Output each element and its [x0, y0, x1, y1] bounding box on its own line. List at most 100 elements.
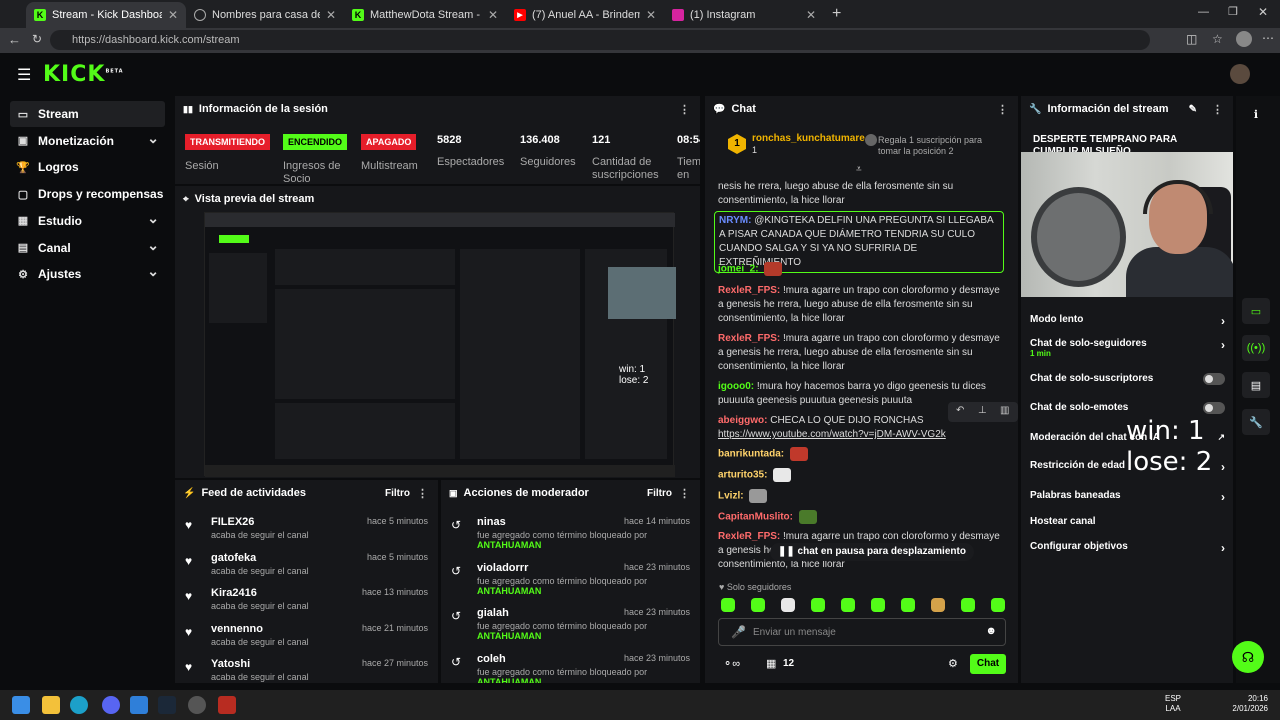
store-icon[interactable] [130, 696, 148, 714]
activity-user[interactable]: Yatoshi [211, 658, 250, 670]
chat-username[interactable]: abeiggwo: [718, 415, 767, 426]
dota-icon[interactable] [218, 696, 236, 714]
chevron-right-icon[interactable]: › [1221, 541, 1225, 555]
filter-button[interactable]: Filtro [385, 488, 410, 499]
emote-icon[interactable] [931, 598, 945, 612]
emote-icon[interactable] [961, 598, 975, 612]
tab-matthewdota[interactable]: K MatthewDota Stream - Watch Live ✕ [344, 2, 506, 28]
toggle-switch[interactable] [1203, 402, 1225, 414]
chat-username[interactable]: RexleR_FPS: [718, 531, 780, 542]
pin-icon[interactable]: ⊥ [978, 405, 987, 416]
delete-icon[interactable]: ▥ [1000, 405, 1009, 416]
setting-row[interactable]: Chat de solo-suscriptores [1030, 373, 1225, 389]
tools-icon[interactable]: 🔧 [1242, 409, 1270, 435]
emoji-icon[interactable]: ☻ [985, 625, 997, 637]
chat-message[interactable]: arturito35: [718, 468, 1008, 483]
emote-icon[interactable] [901, 598, 915, 612]
pinned-user[interactable]: ronchas_kunchatumare [752, 133, 865, 144]
edge-icon[interactable] [70, 696, 88, 714]
chat-username[interactable]: igooo0: [718, 381, 754, 392]
close-icon[interactable]: ✕ [806, 8, 816, 22]
setting-row[interactable]: Modo lento › [1030, 314, 1225, 330]
app-icon[interactable] [188, 696, 206, 714]
collapse-icon[interactable]: ⩡ [856, 164, 862, 175]
chat-message[interactable]: banrikuntada: [718, 447, 1008, 462]
sidebar-item[interactable]: 🏆 Logros [10, 154, 165, 180]
undo-icon[interactable]: ↺ [451, 518, 461, 532]
favorites-icon[interactable]: ☆ [1212, 32, 1223, 46]
undo-icon[interactable]: ↺ [451, 609, 461, 623]
profile-icon[interactable] [1236, 31, 1252, 47]
mic-icon[interactable]: 🎤 [731, 625, 746, 639]
chat-message[interactable]: RexleR_FPS: !mura agarre un trapo con cl… [718, 284, 1008, 326]
emote-icon[interactable] [991, 598, 1005, 612]
maximize-icon[interactable]: ❐ [1228, 5, 1238, 18]
mod-by[interactable]: ANTAHUAMAN [477, 677, 541, 684]
edit-icon[interactable]: ✎ [1189, 104, 1197, 115]
setting-row[interactable]: Chat de solo-seguidores 1 min › [1030, 338, 1225, 358]
close-icon[interactable]: ✕ [326, 8, 336, 22]
mod-by[interactable]: ANTAHUAMAN [477, 631, 541, 641]
stream-preview[interactable]: win: 1 lose: 2 [204, 212, 676, 477]
infinite-icon[interactable]: ⚬∞ [723, 657, 740, 670]
broadcast-icon[interactable]: ((•)) [1242, 335, 1270, 361]
close-icon[interactable]: ✕ [646, 8, 656, 22]
minimize-icon[interactable]: — [1198, 6, 1209, 18]
setting-row[interactable]: Configurar objetivos › [1030, 541, 1225, 557]
more-icon[interactable]: ⋮ [679, 487, 690, 500]
chat-toggle-icon[interactable]: ▭ [1242, 298, 1270, 324]
info-icon[interactable]: ℹ [1242, 101, 1270, 127]
reply-icon[interactable]: ↶ [956, 405, 964, 416]
chat-username[interactable]: Lvizl: [718, 491, 744, 502]
discord-icon[interactable] [102, 696, 120, 714]
sidebar-item[interactable]: ▤ Canal ⌄ [10, 235, 165, 261]
clock[interactable]: 20:16 2/01/2026 [1230, 694, 1268, 714]
chat-input[interactable]: 🎤 Enviar un mensaje ☻ [718, 618, 1006, 646]
steam-icon[interactable] [158, 696, 176, 714]
mod-by[interactable]: ANTAHUAMAN [477, 586, 541, 596]
tab-instagram[interactable]: (1) Instagram ✕ [664, 2, 824, 28]
chat-username[interactable]: CapitanMuslito: [718, 512, 793, 523]
chat-username[interactable]: RexleR_FPS: [718, 285, 780, 296]
reload-icon[interactable]: ↻ [32, 32, 42, 46]
send-chat-button[interactable]: Chat [970, 654, 1006, 674]
chevron-down-icon[interactable]: ⌄ [147, 263, 159, 280]
emote-icon[interactable] [811, 598, 825, 612]
filter-button[interactable]: Filtro [647, 488, 672, 499]
activity-user[interactable]: vennenno [211, 623, 263, 635]
emote-icon[interactable] [841, 598, 855, 612]
chevron-down-icon[interactable]: ⌄ [147, 130, 159, 147]
sidebar-item[interactable]: ▢ Drops y recompensas [10, 181, 165, 207]
more-icon[interactable]: ⋯ [1262, 31, 1274, 45]
mod-by[interactable]: ANTAHUAMAN [477, 540, 541, 550]
windows-start-icon[interactable] [12, 696, 30, 714]
avatar[interactable] [1230, 64, 1250, 84]
chevron-down-icon[interactable]: ⌄ [147, 237, 159, 254]
new-tab-icon[interactable]: + [832, 5, 841, 23]
undo-icon[interactable]: ↺ [451, 564, 461, 578]
chat-username[interactable]: arturito35: [718, 470, 767, 481]
chat-paused-banner[interactable]: ❚❚ chat en pausa para desplazamiento [770, 543, 974, 561]
chat-message[interactable]: jomei_2: [718, 262, 1008, 277]
chat-message[interactable]: nesis he rrera, luego abuse de ella fero… [718, 180, 1008, 208]
sidebar-item[interactable]: ▦ Estudio ⌄ [10, 208, 165, 234]
activity-user[interactable]: gatofeka [211, 552, 256, 564]
url-field[interactable]: https://dashboard.kick.com/stream [50, 30, 1150, 50]
chat-message[interactable]: Lvizl: [718, 489, 1008, 504]
chevron-right-icon[interactable]: › [1221, 490, 1225, 504]
chat-username[interactable]: NRYM: [719, 215, 751, 226]
chevron-right-icon[interactable]: › [1221, 338, 1225, 352]
chevron-right-icon[interactable]: › [1221, 460, 1225, 474]
menu-icon[interactable]: ☰ [17, 65, 31, 85]
settings-icon[interactable]: ⚙ [948, 657, 958, 670]
chat-username[interactable]: RexleR_FPS: [718, 333, 780, 344]
more-icon[interactable]: ⋮ [417, 487, 428, 500]
sidebar-item[interactable]: ⚙ Ajustes ⌄ [10, 261, 165, 287]
emote-icon[interactable] [871, 598, 885, 612]
setting-row[interactable]: Hostear canal [1030, 516, 1225, 532]
chevron-down-icon[interactable]: ⌄ [147, 210, 159, 227]
close-icon[interactable]: ✕ [488, 8, 498, 22]
chat-username[interactable]: jomei_2: [718, 264, 759, 275]
support-button[interactable]: ☊ [1232, 641, 1264, 673]
tab-youtube[interactable]: ▶ (7) Anuel AA - Brindemos feat. Oz ✕ [506, 2, 664, 28]
